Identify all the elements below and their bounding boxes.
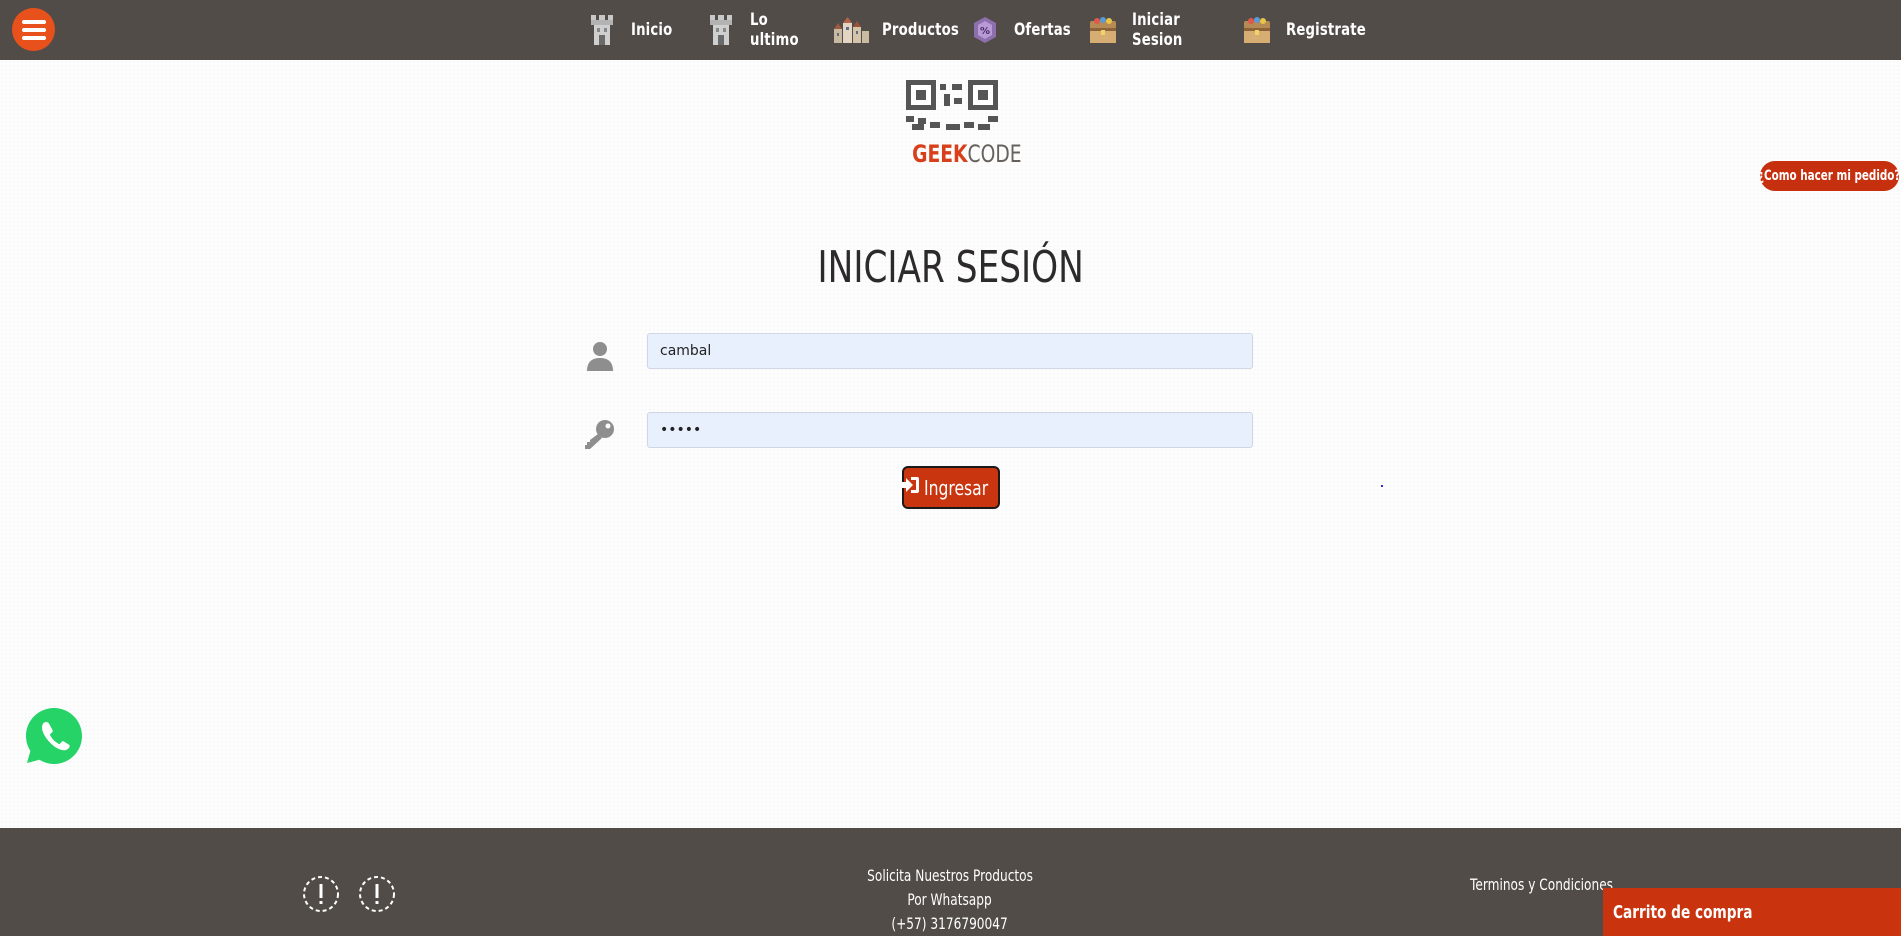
qr-glasses-icon xyxy=(906,80,998,130)
footer-whatsapp-info: Solicita Nuestros Productos Por Whatsapp… xyxy=(800,864,1100,936)
sign-in-icon xyxy=(898,475,920,500)
stray-dot xyxy=(1381,485,1383,487)
password-input[interactable] xyxy=(647,412,1253,448)
nav-item-registrate[interactable]: Registrate xyxy=(1240,13,1366,47)
hamburger-menu-button[interactable] xyxy=(12,8,55,51)
svg-text:%: % xyxy=(980,26,990,37)
whatsapp-button[interactable] xyxy=(23,705,85,767)
logo-geek-text: GEEK xyxy=(912,140,968,168)
nav-label: Productos xyxy=(882,20,959,40)
alert-circle-icon[interactable] xyxy=(302,875,340,913)
page-title: INICIAR SESIÓN xyxy=(0,242,1901,293)
town-buildings-icon xyxy=(832,13,870,47)
castle-tower-icon xyxy=(585,13,619,47)
shopping-cart-tab[interactable]: Carrito de compra xyxy=(1603,888,1901,936)
castle-tower-icon xyxy=(704,13,738,47)
treasure-chest-icon xyxy=(1240,13,1274,47)
login-submit-button[interactable]: Ingresar xyxy=(899,466,1000,509)
nav-item-iniciar-sesion[interactable]: Iniciar Sesion xyxy=(1086,10,1220,50)
nav-label: Inicio xyxy=(631,20,673,40)
terms-label: Terminos y Condiciones xyxy=(1470,875,1614,894)
page-title-text: INICIAR SESIÓN xyxy=(817,242,1084,293)
potion-gem-icon: % xyxy=(968,13,1002,47)
logo-wordmark: GEEKCODE xyxy=(912,140,1022,168)
footer-line-2: Por Whatsapp xyxy=(907,890,993,909)
menu-bar-line xyxy=(21,27,46,32)
login-submit-label: Ingresar xyxy=(924,475,989,500)
shopping-cart-label: Carrito de compra xyxy=(1613,901,1753,923)
nav-item-ofertas[interactable]: % Ofertas xyxy=(968,13,1071,47)
nav-label: Lo ultimo xyxy=(750,10,799,50)
logo-code-text: CODE xyxy=(967,140,1022,168)
top-navigation-bar: Inicio Lo ultimo Productos % Ofertas Ini… xyxy=(0,0,1901,60)
treasure-chest-icon xyxy=(1086,13,1120,47)
nav-label: Ofertas xyxy=(1014,20,1071,40)
how-to-order-label: ¿Como hacer mi pedido? xyxy=(1760,168,1899,184)
menu-bar-line xyxy=(21,19,46,24)
nav-label: Iniciar Sesion xyxy=(1132,10,1183,50)
how-to-order-button[interactable]: ¿Como hacer mi pedido? xyxy=(1760,161,1899,191)
footer-line-1: Solicita Nuestros Productos xyxy=(867,866,1033,885)
nav-item-productos[interactable]: Productos xyxy=(832,13,959,47)
menu-bar-line xyxy=(21,35,46,40)
geekcode-logo[interactable]: GEEKCODE xyxy=(900,78,1022,170)
whatsapp-icon xyxy=(26,708,82,764)
footer-phone[interactable]: (+57) 3176790047 xyxy=(892,912,1008,936)
nav-item-lo-ultimo[interactable]: Lo ultimo xyxy=(704,10,812,50)
key-icon xyxy=(584,418,616,450)
username-input[interactable] xyxy=(647,333,1253,369)
nav-label: Registrate xyxy=(1286,20,1366,40)
alert-circle-icon[interactable] xyxy=(358,875,396,913)
main-nav: Inicio Lo ultimo Productos % Ofertas Ini… xyxy=(585,10,1376,50)
user-icon xyxy=(584,340,616,372)
nav-item-inicio[interactable]: Inicio xyxy=(585,13,684,47)
